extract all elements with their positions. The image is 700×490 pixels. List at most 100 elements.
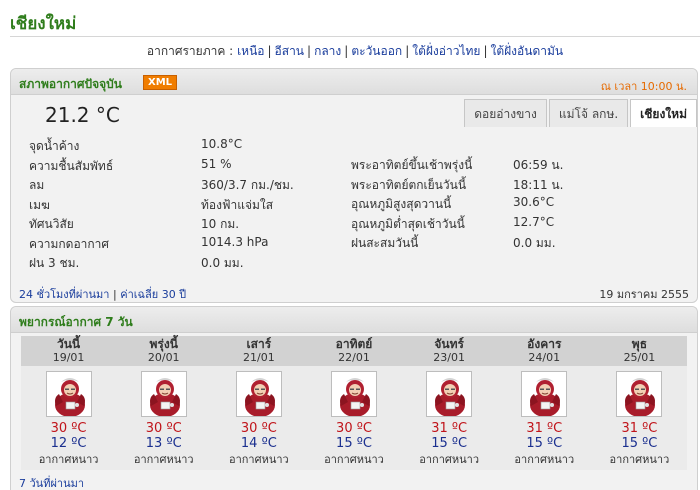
forecast-day: จันทร์ 23/01 31 ºC 15 ºC อากาศหนาว (401, 336, 497, 470)
forecast-day-name: พรุ่งนี้ (149, 337, 178, 351)
current-date: 19 มกราคม 2555 (599, 288, 689, 301)
separator: | (307, 44, 312, 58)
forecast-panel: พยากรณ์อากาศ 7 วัน วันนี้ 19/01 30 ºC 12 (10, 306, 698, 490)
forecast-day-header: วันนี้ 19/01 (21, 336, 117, 366)
forecast-day-high: 31 ºC (431, 421, 468, 436)
obs-row-sunset: พระอาทิตย์ตกเย็นวันนี้ 18:11 น. (351, 176, 671, 196)
forecast-day: อังคาร 24/01 31 ºC 15 ºC อากาศหนาว (496, 336, 592, 470)
forecast-day-date: 20/01 (147, 351, 180, 364)
cold-weather-person-icon (521, 371, 568, 417)
obs-value: 10.8°C (201, 137, 243, 151)
obs-label: เมฆ (29, 197, 50, 212)
forecast-day: เสาร์ 21/01 30 ºC 14 ºC อากาศหนาว (211, 336, 307, 470)
forecast-day-description: อากาศหนาว (609, 453, 670, 466)
forecast-day-name: พุธ (631, 337, 648, 351)
region-link-south-gulf[interactable]: ใต้ฝั่งอ่าวไทย (412, 44, 480, 58)
separator: | (267, 44, 272, 58)
obs-value: 1014.3 hPa (201, 234, 269, 249)
forecast-day-description: อากาศหนาว (419, 453, 479, 466)
cold-weather-person-icon (140, 371, 187, 417)
forecast-day-header: อังคาร 24/01 (496, 336, 592, 366)
obs-value: 30.6°C (513, 195, 555, 209)
obs-value: 12.7°C (513, 214, 555, 229)
forecast-day-name: จันทร์ (434, 337, 464, 351)
cold-weather-person-icon (235, 371, 282, 417)
link-last-24-hours[interactable]: 24 ชั่วโมงที่ผ่านมา (19, 288, 110, 301)
separator: | (344, 44, 349, 58)
observation-list-right: พระอาทิตย์ขึ้นเช้าพรุ่งนี้ 06:59 น. พระอา… (351, 156, 671, 254)
obs-row-rain-3h: ฝน 3 ชม. 0.0 มม. (29, 254, 689, 274)
obs-value: ท้องฟ้าแจ่มใส (201, 197, 274, 212)
forecast-title: พยากรณ์อากาศ 7 วัน (19, 315, 133, 329)
forecast-day: วันนี้ 19/01 30 ºC 12 ºC อากาศหนาว (21, 336, 117, 470)
obs-row-max-yesterday: อุณหภูมิสูงสุดวานนี้ 30.6°C (351, 195, 671, 215)
obs-label: อุณหภูมิต่ำสุดเช้าวันนี้ (351, 216, 465, 231)
obs-value: 06:59 น. (513, 158, 564, 172)
forecast-day-high: 30 ºC (336, 421, 372, 436)
obs-label: จุดน้ำค้าง (29, 139, 80, 153)
forecast-day-header: พรุ่งนี้ 20/01 (116, 336, 212, 366)
forecast-day-low: 15 ºC (431, 436, 468, 451)
obs-label: ทัศนวิสัย (29, 217, 74, 231)
forecast-days: วันนี้ 19/01 30 ºC 12 ºC อากาศหนาว พรุ่ง (21, 336, 687, 470)
tab-doi-ang-khang[interactable]: ดอยอ่างขาง (464, 99, 547, 127)
obs-value: 10 กม. (201, 217, 240, 231)
forecast-day-low: 15 ºC (526, 436, 563, 451)
forecast-day-header: จันทร์ 23/01 (401, 336, 497, 366)
current-footer-links: 24 ชั่วโมงที่ผ่านมา | ค่าเฉลี่ย 30 ปี (19, 285, 186, 303)
xml-feed-button[interactable]: XML (143, 75, 178, 90)
region-link-central[interactable]: กลาง (314, 44, 341, 58)
forecast-day-high: 30 ºC (50, 421, 87, 436)
obs-label: พระอาทิตย์ตกเย็นวันนี้ (351, 177, 467, 192)
forecast-day-description: อากาศหนาว (514, 453, 575, 466)
region-link-east[interactable]: ตะวันออก (351, 44, 402, 58)
station-tabs: ดอยอ่างขาง แม่โจ้ ลกษ. เชียงใหม่ (462, 99, 697, 127)
forecast-day: อาทิตย์ 22/01 30 ºC 15 ºC อากาศหนาว (306, 336, 402, 470)
forecast-day-header: พุธ 25/01 (591, 336, 687, 366)
forecast-day-date: 22/01 (338, 351, 370, 364)
link-30-year-average[interactable]: ค่าเฉลี่ย 30 ปี (120, 288, 186, 301)
obs-value: 0.0 มม. (201, 256, 244, 270)
forecast-day-high: 30 ºC (145, 421, 182, 436)
obs-value: 51 % (201, 156, 232, 171)
obs-value: 360/3.7 กม./ชม. (201, 178, 294, 192)
current-weather-title: สภาพอากาศปัจจุบัน (19, 77, 122, 91)
cold-weather-person-icon (616, 371, 663, 417)
forecast-day: พุธ 25/01 31 ºC 15 ºC อากาศหนาว (591, 336, 687, 470)
link-last-7-days[interactable]: 7 วันที่ผ่านมา (19, 474, 84, 490)
cold-weather-person-icon (426, 371, 473, 417)
tab-chiang-mai[interactable]: เชียงใหม่ (630, 99, 697, 127)
forecast-day-description: อากาศหนาว (38, 453, 99, 466)
forecast-day-date: 19/01 (52, 351, 85, 364)
cold-weather-person-icon (330, 371, 377, 417)
forecast-day-date: 23/01 (433, 351, 465, 364)
forecast-day-description: อากาศหนาว (133, 453, 194, 466)
obs-row-dewpoint: จุดน้ำค้าง 10.8°C (29, 137, 689, 157)
page-title: เชียงใหม่ (10, 14, 77, 34)
forecast-day-description: อากาศหนาว (324, 453, 384, 466)
forecast-day-name: อังคาร (527, 337, 562, 351)
forecast-day-high: 30 ºC (240, 421, 277, 436)
region-link-northeast[interactable]: อีสาน (275, 44, 304, 58)
tab-mae-jo[interactable]: แม่โจ้ ลกษ. (548, 99, 629, 127)
region-link-north[interactable]: เหนือ (237, 44, 264, 58)
region-link-south-andaman[interactable]: ใต้ฝั่งอันดามัน (490, 44, 563, 58)
obs-row-rain-today: ฝนสะสมวันนี้ 0.0 มม. (351, 234, 671, 254)
forecast-day-name: อาทิตย์ (335, 337, 373, 351)
forecast-day-date: 21/01 (243, 351, 275, 364)
forecast-day-high: 31 ºC (621, 421, 658, 436)
forecast-day-name: เสาร์ (246, 337, 272, 351)
forecast-day-name: วันนี้ (56, 337, 81, 351)
obs-label: พระอาทิตย์ขึ้นเช้าพรุ่งนี้ (351, 158, 473, 172)
obs-label: ฝนสะสมวันนี้ (351, 236, 419, 250)
obs-value: 0.0 มม. (513, 236, 556, 250)
obs-label: ความกดอากาศ (29, 236, 110, 251)
forecast-day-low: 15 ºC (621, 436, 658, 451)
current-weather-header: สภาพอากาศปัจจุบัน XML ณ เวลา 10:00 น. (11, 69, 697, 95)
forecast-day-low: 15 ºC (336, 436, 372, 451)
obs-label: ลม (29, 178, 45, 192)
obs-row-sunrise: พระอาทิตย์ขึ้นเช้าพรุ่งนี้ 06:59 น. (351, 156, 671, 176)
forecast-day-date: 25/01 (623, 351, 656, 364)
obs-label: ฝน 3 ชม. (29, 256, 80, 270)
region-nav-label: อากาศรายภาค : (146, 44, 234, 58)
